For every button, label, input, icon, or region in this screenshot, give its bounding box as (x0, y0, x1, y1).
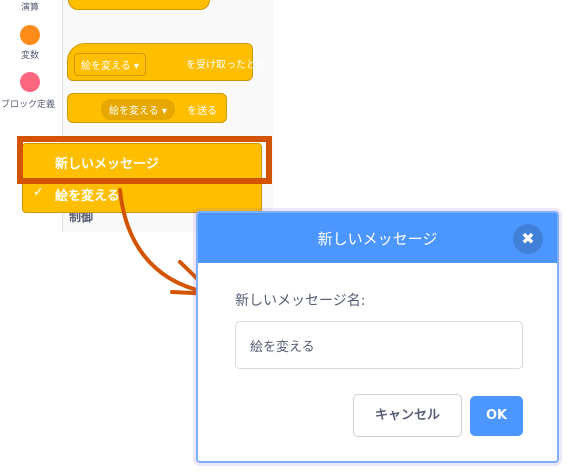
new-message-modal: 新しいメッセージ ✖ 新しいメッセージ名: キャンセル OK (196, 211, 559, 463)
close-icon[interactable]: ✖ (513, 224, 543, 254)
modal-header: 新しいメッセージ ✖ (198, 213, 557, 263)
message-name-label: 新しいメッセージ名: (235, 293, 366, 309)
cancel-button[interactable]: キャンセル (353, 394, 462, 437)
ok-button[interactable]: OK (470, 396, 523, 436)
modal-title: 新しいメッセージ (317, 230, 438, 248)
message-name-input[interactable] (235, 321, 523, 369)
arrow-curve (118, 188, 207, 294)
